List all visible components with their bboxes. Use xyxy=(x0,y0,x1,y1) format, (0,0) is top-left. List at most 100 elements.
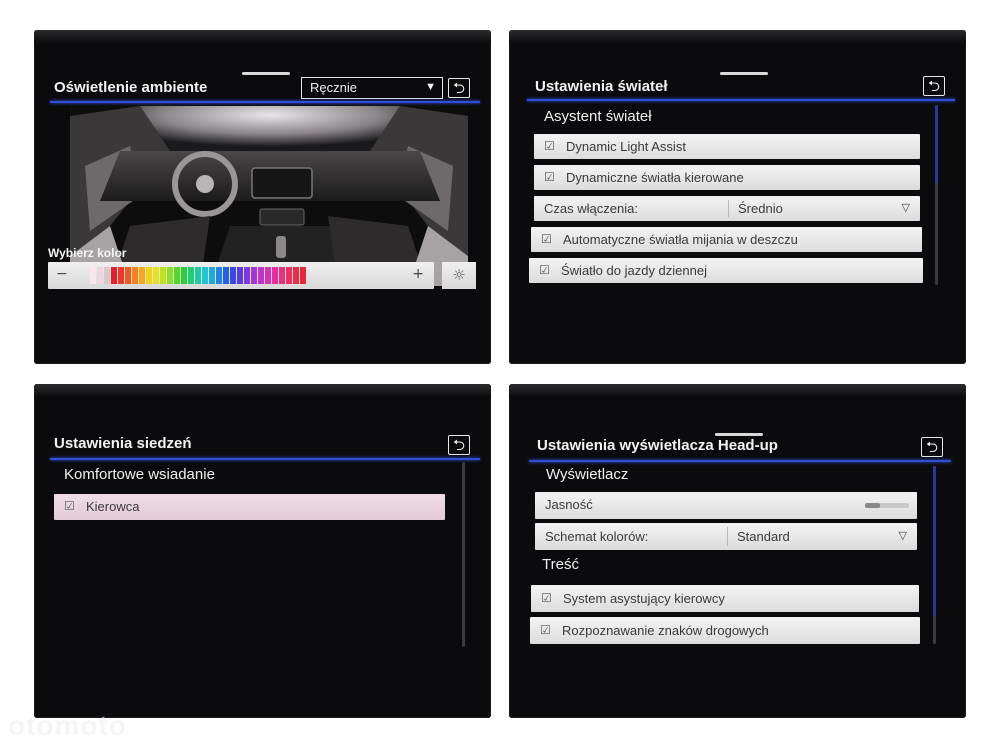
activation-time-select[interactable]: Czas włączenia: Średnio ▽ xyxy=(534,196,920,221)
color-swatch[interactable] xyxy=(174,267,180,284)
mode-value: Ręcznie xyxy=(310,80,357,95)
color-swatch[interactable] xyxy=(202,267,208,284)
color-swatch[interactable] xyxy=(293,267,299,284)
dynamic-light-assist-checkbox[interactable]: ☑ Dynamic Light Assist xyxy=(534,134,920,159)
chevron-down-icon: ▽ xyxy=(898,530,907,542)
checkbox-checked-icon: ☑ xyxy=(540,623,551,637)
option-label: Światło do jazdy dziennej xyxy=(561,263,707,278)
plus-icon[interactable]: + xyxy=(412,266,424,282)
color-swatch[interactable] xyxy=(237,267,243,284)
back-icon: ⮌ xyxy=(452,79,465,97)
color-swatch[interactable] xyxy=(195,267,201,284)
screen-handle xyxy=(715,433,763,436)
color-swatch[interactable] xyxy=(279,267,285,284)
scrollbar-track[interactable] xyxy=(462,462,465,647)
page-title: Ustawienia siedzeń xyxy=(54,435,192,452)
back-button[interactable]: ⮌ xyxy=(923,76,945,96)
color-swatches[interactable] xyxy=(90,267,306,284)
minus-icon[interactable]: − xyxy=(56,266,68,282)
color-swatch[interactable] xyxy=(188,267,194,284)
option-label: Kierowca xyxy=(86,499,140,514)
color-swatch[interactable] xyxy=(104,267,110,284)
option-label: System asystujący kierowcy xyxy=(563,591,725,606)
hud-settings-screen: Ustawienia wyświetlacza Head-up ⮌ Wyświe… xyxy=(509,384,966,718)
color-swatch[interactable] xyxy=(111,267,117,284)
title-divider xyxy=(529,460,951,462)
color-swatch[interactable] xyxy=(118,267,124,284)
divider xyxy=(728,200,729,217)
title-divider xyxy=(50,101,480,103)
color-swatch[interactable] xyxy=(258,267,264,284)
color-swatch[interactable] xyxy=(153,267,159,284)
screen-handle xyxy=(720,72,768,75)
section-heading: Komfortowe wsiadanie xyxy=(64,466,215,483)
ambient-lighting-screen: Oświetlenie ambiente Ręcznie ▼ ⮌ Wybierz… xyxy=(34,30,491,364)
color-swatch[interactable] xyxy=(265,267,271,284)
color-swatch[interactable] xyxy=(146,267,152,284)
option-label: Automatyczne światła mijania w deszczu xyxy=(563,232,798,247)
chevron-down-icon: ▽ xyxy=(901,202,910,214)
brightness-slider-fill xyxy=(865,503,881,508)
color-swatch[interactable] xyxy=(97,267,103,284)
color-swatch[interactable] xyxy=(209,267,215,284)
page-title: Ustawienia świateł xyxy=(535,78,668,95)
lights-settings-screen: Ustawienia świateł ⮌ Asystent świateł ☑ … xyxy=(509,30,966,364)
color-swatch[interactable] xyxy=(216,267,222,284)
color-scheme-select[interactable]: Schemat kolorów: Standard ▽ xyxy=(535,523,917,550)
color-picker-bar[interactable]: − + xyxy=(48,262,434,289)
sun-icon: ☼ xyxy=(452,266,466,284)
daytime-running-lights-checkbox[interactable]: ☑ Światło do jazdy dziennej xyxy=(529,258,923,283)
checkbox-checked-icon: ☑ xyxy=(539,263,550,277)
back-icon: ⮌ xyxy=(925,438,938,456)
watermark-logo: otomoto xyxy=(8,710,127,741)
checkbox-checked-icon: ☑ xyxy=(544,139,555,153)
select-label: Schemat kolorów: xyxy=(545,529,649,544)
color-swatch[interactable] xyxy=(125,267,131,284)
section-heading-content: Treść xyxy=(542,556,579,573)
car-interior-image xyxy=(70,106,468,286)
back-button[interactable]: ⮌ xyxy=(448,435,470,455)
section-heading-display: Wyświetlacz xyxy=(546,466,629,483)
select-label: Czas włączenia: xyxy=(544,201,638,216)
seat-settings-screen: Ustawienia siedzeń ⮌ Komfortowe wsiadani… xyxy=(34,384,491,718)
select-value: Standard xyxy=(737,529,790,544)
checkbox-checked-icon: ☑ xyxy=(541,232,552,246)
color-swatch[interactable] xyxy=(223,267,229,284)
color-swatch[interactable] xyxy=(251,267,257,284)
color-swatch[interactable] xyxy=(244,267,250,284)
color-swatch[interactable] xyxy=(181,267,187,284)
brightness-slider-row[interactable]: Jasność xyxy=(535,492,917,519)
checkbox-checked-icon: ☑ xyxy=(544,170,555,184)
color-swatch[interactable] xyxy=(300,267,306,284)
brightness-slider-track[interactable] xyxy=(865,503,909,508)
color-swatch[interactable] xyxy=(167,267,173,284)
checkbox-checked-icon: ☑ xyxy=(64,499,75,513)
scrollbar-thumb[interactable] xyxy=(935,105,938,183)
color-swatch[interactable] xyxy=(90,267,96,284)
traffic-sign-recognition-checkbox[interactable]: ☑ Rozpoznawanie znaków drogowych xyxy=(530,617,920,644)
slider-label: Jasność xyxy=(545,497,593,512)
brightness-button[interactable]: ☼ xyxy=(442,262,476,289)
screen-handle xyxy=(242,72,290,75)
driver-checkbox[interactable]: ☑ Kierowca xyxy=(54,494,445,520)
color-swatch[interactable] xyxy=(230,267,236,284)
scrollbar-thumb[interactable] xyxy=(933,466,936,616)
back-button[interactable]: ⮌ xyxy=(448,78,470,98)
color-swatch[interactable] xyxy=(272,267,278,284)
dynamic-cornering-lights-checkbox[interactable]: ☑ Dynamiczne światła kierowane xyxy=(534,165,920,190)
color-swatch[interactable] xyxy=(139,267,145,284)
page-title: Ustawienia wyświetlacza Head-up xyxy=(537,437,778,454)
color-swatch[interactable] xyxy=(286,267,292,284)
color-swatch[interactable] xyxy=(160,267,166,284)
mode-dropdown[interactable]: Ręcznie ▼ xyxy=(301,77,443,99)
divider xyxy=(727,527,728,546)
rain-low-beam-checkbox[interactable]: ☑ Automatyczne światła mijania w deszczu xyxy=(531,227,922,252)
color-swatch[interactable] xyxy=(132,267,138,284)
checkbox-checked-icon: ☑ xyxy=(541,591,552,605)
chevron-down-icon: ▼ xyxy=(425,81,436,93)
back-icon: ⮌ xyxy=(452,436,465,454)
title-divider xyxy=(527,99,955,101)
option-label: Rozpoznawanie znaków drogowych xyxy=(562,623,769,638)
back-button[interactable]: ⮌ xyxy=(921,437,943,457)
driver-assist-checkbox[interactable]: ☑ System asystujący kierowcy xyxy=(531,585,919,612)
